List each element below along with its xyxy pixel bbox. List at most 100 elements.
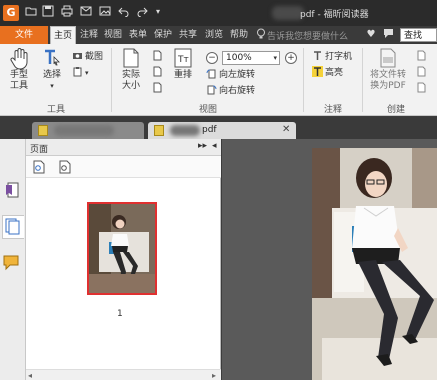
highlight-label: 高亮: [325, 68, 344, 78]
create-option-button[interactable]: [416, 66, 429, 80]
highlight-icon: [312, 66, 323, 77]
svg-text:Tт: Tт: [177, 55, 189, 65]
hand-icon: [9, 48, 29, 70]
navigation-sidebar: [0, 139, 26, 380]
screenshot-button[interactable]: 截图: [72, 50, 103, 64]
clipboard-button[interactable]: ▾: [72, 66, 89, 80]
zoom-select[interactable]: 100% ▾: [222, 51, 280, 65]
save-icon[interactable]: [41, 5, 55, 19]
select-label: 选择: [42, 70, 61, 80]
zoom-in-icon[interactable]: +: [285, 52, 297, 64]
menu-bar: 文件 主页 注释 视图 表单 保护 共享 浏览 帮助 告诉我您想要做什么 ♥ 查…: [0, 26, 437, 44]
ribbon-separator: [111, 48, 112, 112]
scroll-left-icon[interactable]: ◂: [28, 370, 32, 380]
menu-file[interactable]: 文件: [0, 26, 48, 44]
fit-width-icon: [152, 66, 163, 77]
menu-form[interactable]: 表单: [127, 26, 149, 44]
pages-button[interactable]: [2, 215, 24, 239]
create-option-button[interactable]: [416, 50, 429, 64]
doc-icon: [416, 50, 427, 61]
panel-horizontal-scrollbar[interactable]: ◂ ▸: [26, 369, 221, 380]
fit-width-button[interactable]: [152, 66, 165, 80]
pages-icon: [5, 218, 20, 235]
convert-to-pdf-label: 将文件转 换为PDF: [369, 70, 406, 91]
highlight-button[interactable]: 高亮: [312, 66, 343, 80]
zoom-dropdown-icon: ▾: [273, 54, 277, 62]
create-group-label: 创建: [386, 105, 405, 115]
select-dropdown-icon[interactable]: ▾: [40, 81, 64, 92]
hand-tool-button[interactable]: 手型 工具: [6, 48, 32, 92]
typewriter-label: 打字机: [325, 52, 353, 62]
menu-protect[interactable]: 保护: [152, 26, 174, 44]
comment-icon: [3, 255, 19, 271]
document-tab-strip: pdf ✕: [0, 117, 437, 139]
clipboard-icon: [72, 66, 83, 77]
rotate-right-label: 向右旋转: [219, 86, 256, 96]
hand-tool-label: 手型 工具: [9, 70, 28, 91]
page-properties-icon[interactable]: [58, 160, 72, 174]
screenshot-label: 截图: [85, 52, 104, 62]
scroll-right-icon[interactable]: ▸: [212, 370, 216, 380]
insert-page-icon[interactable]: [32, 160, 46, 174]
blurred-tab-name: [170, 125, 200, 136]
ribbon-separator: [362, 48, 363, 112]
tools-group-label: 工具: [46, 105, 65, 115]
menu-help[interactable]: 帮助: [228, 26, 250, 44]
heart-icon[interactable]: ♥: [364, 28, 378, 42]
collapse-panel-icon[interactable]: ◂: [212, 141, 217, 151]
redo-icon[interactable]: [135, 5, 149, 19]
undo-icon[interactable]: [117, 5, 131, 19]
page-thumbnail[interactable]: [87, 202, 157, 295]
image-icon[interactable]: [98, 5, 112, 19]
panel-toolbar: [26, 156, 221, 178]
actual-size-button[interactable]: 实际 大小: [118, 48, 144, 92]
mail-icon[interactable]: [79, 5, 93, 19]
rotate-left-label: 向左旋转: [219, 70, 256, 80]
clipboard-dropdown-icon: ▾: [85, 69, 89, 77]
open-icon[interactable]: [24, 5, 38, 19]
lightbulb-icon: [254, 28, 268, 42]
pdf-file-icon: [154, 125, 164, 136]
window-title: pdf - 福昕阅读器: [300, 10, 369, 20]
app-logo[interactable]: G: [3, 5, 19, 21]
document-view[interactable]: [222, 139, 437, 380]
camera-icon: [72, 50, 83, 61]
quick-access-dropdown-icon[interactable]: ▾: [151, 5, 165, 19]
rotate-left-button[interactable]: 向左旋转: [206, 68, 255, 82]
menu-comment[interactable]: 注释: [78, 26, 100, 44]
chat-icon[interactable]: [381, 28, 395, 42]
close-tab-icon[interactable]: ✕: [282, 124, 290, 135]
panel-title: 页面: [30, 145, 49, 155]
tell-me-hint[interactable]: 告诉我您想要做什么: [267, 29, 348, 42]
zoom-value: 100%: [226, 53, 252, 63]
document-page: [312, 148, 437, 380]
bookmarks-button[interactable]: [2, 181, 24, 205]
convert-to-pdf-button[interactable]: 将文件转 换为PDF: [364, 48, 412, 92]
panel-options-icon[interactable]: ▸▸: [198, 141, 207, 151]
tab-label: pdf: [202, 125, 217, 135]
print-icon[interactable]: [60, 5, 74, 19]
page-thumbnail-image: [89, 204, 155, 293]
actual-size-icon: [121, 48, 141, 68]
actual-size-label: 实际 大小: [121, 70, 140, 91]
blurred-tab-name: [54, 125, 114, 136]
menu-share[interactable]: 共享: [177, 26, 199, 44]
reflow-button[interactable]: Tт 重排: [170, 48, 196, 81]
menu-browse[interactable]: 浏览: [203, 26, 225, 44]
fit-visible-button[interactable]: [152, 82, 165, 96]
document-tab[interactable]: [32, 122, 144, 139]
fit-page-button[interactable]: [152, 50, 165, 64]
document-tab-active[interactable]: pdf ✕: [148, 122, 296, 139]
menu-home[interactable]: 主页: [50, 26, 76, 44]
menu-view[interactable]: 视图: [102, 26, 124, 44]
zoom-out-icon[interactable]: −: [206, 52, 218, 64]
rotate-right-button[interactable]: 向右旋转: [206, 84, 255, 98]
search-box[interactable]: 查找: [400, 28, 437, 42]
select-button[interactable]: 选择 ▾: [40, 48, 64, 92]
bookmark-icon: [6, 182, 19, 198]
comments-button[interactable]: [2, 253, 24, 277]
create-option-button[interactable]: [416, 82, 429, 96]
ribbon: 手型 工具 选择 ▾ 截图 ▾ 工具 实际 大小 Tт 重排 − 100% ▾ …: [0, 44, 437, 116]
typewriter-button[interactable]: 打字机: [312, 50, 352, 64]
ribbon-separator: [303, 48, 304, 112]
